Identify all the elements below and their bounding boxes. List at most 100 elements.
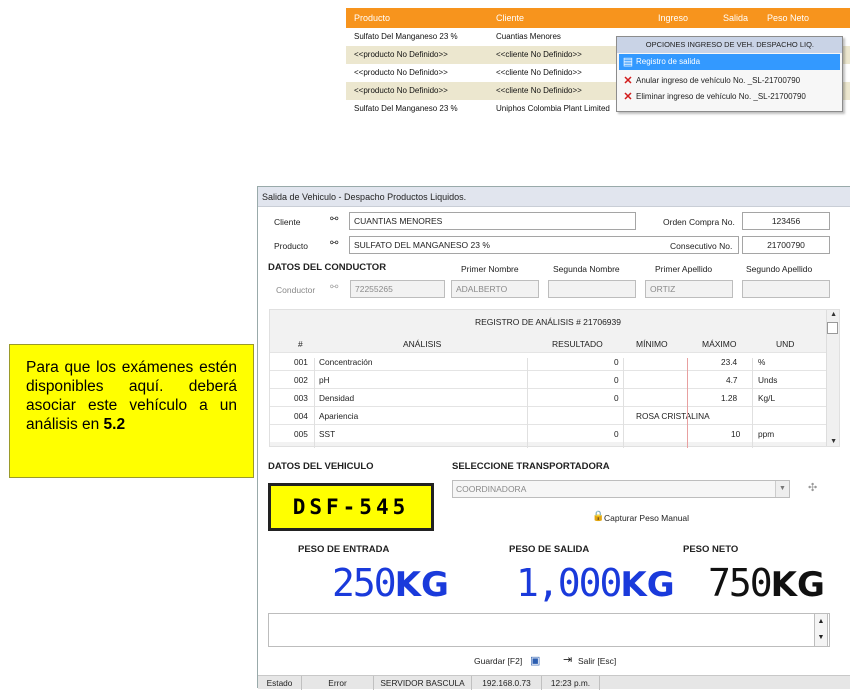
context-menu-title: OPCIONES INGRESO DE VEH. DESPACHO LIQ. (617, 37, 842, 53)
textarea-scrollbar[interactable]: ▲ ▼ (814, 613, 828, 647)
cell-num: 005 (294, 429, 308, 439)
conductor-section-title: DATOS DEL CONDUCTOR (268, 262, 387, 273)
menu-item-eliminar[interactable]: ✕ Eliminar ingreso de vehículo No. _SL-2… (619, 89, 840, 105)
table-row[interactable]: 002 pH 0 4.7 Unds (270, 370, 826, 388)
transportadora-value: COORDINADORA (456, 484, 527, 494)
x-icon: ✕ (623, 91, 633, 103)
column-divider (752, 358, 753, 448)
cliente-label: Cliente (274, 217, 301, 227)
cell-analisis: pH (319, 375, 330, 385)
table-row[interactable]: 003 Densidad 0 1.28 Kg/L (270, 388, 826, 406)
primer-apellido-header: Primer Apellido (655, 264, 713, 274)
cell-num: 002 (294, 375, 308, 385)
register-icon: ▤ (622, 56, 634, 68)
col-resultado: RESULTADO (552, 339, 603, 349)
cell-analisis: SST (319, 429, 336, 439)
plate-text: DSF-545 (292, 495, 410, 519)
table-row[interactable]: 005 SST 0 10 ppm (270, 424, 826, 442)
cell-analisis: Apariencia (319, 411, 359, 421)
col-producto[interactable]: Producto (354, 13, 390, 23)
cell-num: 001 (294, 357, 308, 367)
peso-neto-num: 750 (708, 561, 773, 605)
cell-producto: <<producto No Definido>> (354, 50, 448, 59)
salir-button[interactable]: Salir [Esc] (578, 656, 616, 666)
cliente-field[interactable]: CUANTIAS MENORES (349, 212, 636, 230)
cell-num: 003 (294, 393, 308, 403)
cell-resultado[interactable]: 0 (614, 375, 619, 385)
column-divider (527, 358, 528, 448)
guardar-button[interactable]: Guardar [F2] (474, 656, 522, 666)
segundo-nombre-field (548, 280, 636, 298)
col-minimo: MÍNIMO (636, 339, 668, 349)
note-bold: 5.2 (103, 416, 126, 433)
peso-entrada-label: PESO DE ENTRADA (298, 544, 390, 555)
peso-salida-value: 1,000KG (516, 563, 675, 605)
peso-entrada-unit: KG (394, 565, 449, 605)
binoculars-icon[interactable]: ⚯ (330, 238, 338, 249)
cell-num: 004 (294, 411, 308, 421)
orden-compra-field[interactable]: 123456 (742, 212, 830, 230)
column-divider (687, 358, 688, 448)
cell-analisis: Concentración (319, 357, 373, 367)
menu-item-anular[interactable]: ✕ Anular ingreso de vehículo No. _SL-217… (619, 73, 840, 89)
cell-resultado[interactable]: 0 (614, 393, 619, 403)
table-row[interactable]: 001 Concentración 0 23.4 % (270, 352, 826, 370)
column-divider (314, 358, 315, 448)
observaciones-textarea[interactable] (268, 613, 830, 647)
primer-apellido-field: ORTIZ (645, 280, 733, 298)
conductor-label: Conductor (276, 285, 316, 295)
scroll-up-icon[interactable]: ▲ (830, 311, 837, 318)
consecutivo-field[interactable]: 21700790 (742, 236, 830, 254)
cell-maximo: 4.7 (726, 375, 738, 385)
col-ingreso[interactable]: Ingreso (658, 13, 688, 23)
col-analisis: ANÁLISIS (403, 339, 442, 349)
peso-neto-label: PESO NETO (683, 544, 739, 555)
table-row[interactable]: 004 Apariencia ROSA CRISTALINA (270, 406, 826, 424)
chevron-down-icon[interactable]: ▼ (775, 481, 789, 497)
x-icon: ✕ (623, 75, 633, 87)
cell-cliente: <<cliente No Definido>> (496, 68, 582, 77)
peso-salida-num: 1,000 (516, 561, 622, 605)
note-text: Para que los exámenes estén disponibles … (26, 359, 237, 433)
cell-maximo: 10 (731, 429, 741, 439)
column-divider (623, 358, 624, 448)
menu-item-label: Anular ingreso de vehículo No. _SL-21700… (636, 76, 801, 85)
transportadora-select[interactable]: COORDINADORA ▼ (452, 480, 790, 498)
license-plate: DSF-545 (268, 483, 434, 531)
salida-vehiculo-dialog: Salida de Vehiculo - Despacho Productos … (257, 186, 850, 690)
analysis-scrollbar[interactable]: ▲ ▼ (826, 310, 839, 446)
col-peso-neto[interactable]: Peso Neto (767, 13, 809, 23)
peso-neto-unit: KG (770, 565, 825, 605)
cell-producto: <<producto No Definido>> (354, 86, 448, 95)
peso-entrada-value: 250KG (332, 563, 449, 605)
context-menu: OPCIONES INGRESO DE VEH. DESPACHO LIQ. ▤… (616, 36, 843, 112)
menu-item-label: Registro de salida (636, 57, 701, 66)
analysis-header: # ANÁLISIS RESULTADO MÍNIMO MÁXIMO UND (270, 334, 826, 352)
cell-resultado[interactable]: 0 (614, 429, 619, 439)
cell-und: % (758, 357, 766, 367)
primer-nombre-header: Primer Nombre (461, 264, 519, 274)
menu-item-label: Eliminar ingreso de vehículo No. _SL-217… (636, 92, 806, 101)
cell-producto: Sulfato Del Manganeso 23 % (354, 104, 458, 113)
capturar-peso-button[interactable]: Capturar Peso Manual (604, 513, 689, 523)
menu-item-registro-salida[interactable]: ▤ Registro de salida (619, 54, 840, 70)
segundo-nombre-header: Segunda Nombre (553, 264, 620, 274)
cell-und: ppm (758, 429, 775, 439)
scroll-thumb[interactable] (827, 322, 838, 334)
cell-resultado[interactable]: 0 (614, 357, 619, 367)
cell-und: Kg/L (758, 393, 776, 403)
conductor-id-field: 72255265 (350, 280, 445, 298)
lock-icon: 🔒 (592, 511, 605, 522)
cell-resultado-texto[interactable]: ROSA CRISTALINA (636, 411, 710, 421)
exit-door-icon[interactable]: ⇥ (563, 653, 572, 666)
save-icon[interactable]: ▣ (530, 654, 540, 667)
col-cliente[interactable]: Cliente (496, 13, 524, 23)
cell-producto: Sulfato Del Manganeso 23 % (354, 32, 458, 41)
add-icon[interactable]: ✣ (808, 481, 817, 494)
segundo-apellido-header: Segundo Apellido (746, 264, 813, 274)
binoculars-icon: ⚯ (330, 282, 339, 293)
binoculars-icon[interactable]: ⚯ (330, 214, 338, 225)
cell-und: Unds (758, 375, 778, 385)
scroll-down-icon[interactable]: ▼ (830, 438, 837, 445)
col-salida[interactable]: Salida (723, 13, 748, 23)
